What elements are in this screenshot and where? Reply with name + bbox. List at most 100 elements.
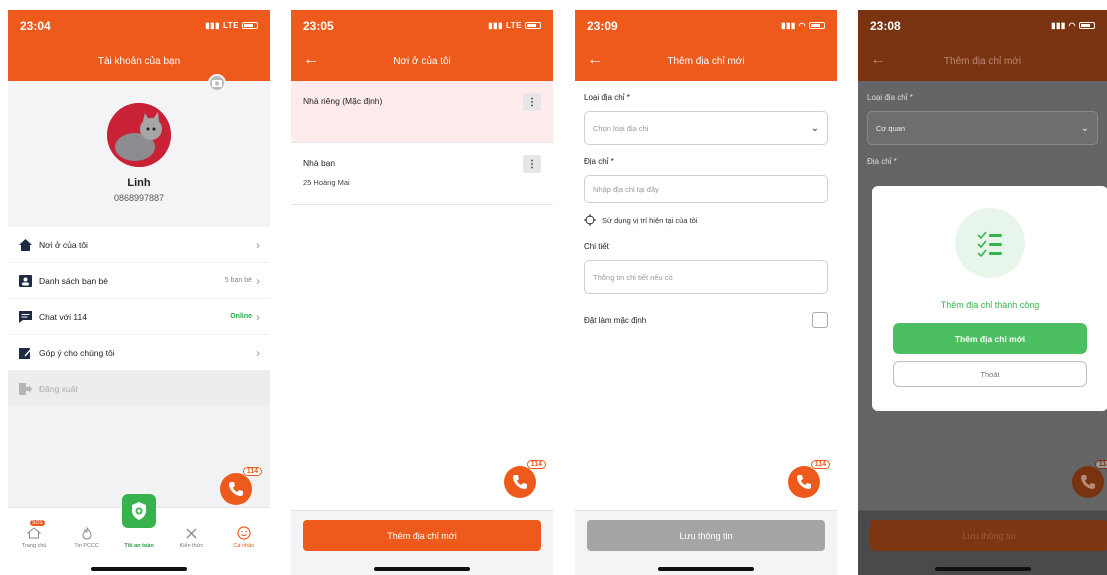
success-message: Thêm địa chỉ thành công <box>940 300 1040 310</box>
home-indicator <box>658 567 754 571</box>
tab-home[interactable]: SOS Trang chủ <box>8 508 60 575</box>
signal-indicator: ▮▮▮ ◠ <box>781 21 825 30</box>
page-header: ← Thêm địa chỉ mới <box>575 41 837 81</box>
call-114-button[interactable]: 114 <box>504 460 546 498</box>
back-arrow-icon[interactable]: ← <box>303 51 319 69</box>
default-checkbox[interactable] <box>812 312 828 328</box>
status-bar: 23:04 ▮▮▮ LTE <box>8 10 270 41</box>
battery-icon <box>242 22 258 29</box>
add-another-address-button[interactable]: Thêm địa chỉ mới <box>893 323 1087 354</box>
address-item[interactable]: Nhà bạn 25 Hoàng Mai ⋮ <box>291 143 553 205</box>
address-detail: 25 Hoàng Mai <box>303 178 350 187</box>
tools-icon <box>183 526 199 540</box>
chevron-down-icon: ⌄ <box>1080 122 1089 134</box>
flame-icon <box>79 526 95 540</box>
home-indicator <box>934 567 1031 571</box>
address-type-label: Loại địa chỉ * <box>584 93 630 102</box>
account-screen: 23:04 ▮▮▮ LTE Tài khoản của bạn Linh 086… <box>8 10 270 575</box>
success-dialog: Thêm địa chỉ thành công Thêm địa chỉ mới… <box>872 186 1107 411</box>
shield-check-icon <box>122 494 157 528</box>
screenshot-collage: 23:04 ▮▮▮ LTE Tài khoản của bạn Linh 086… <box>0 0 1107 575</box>
default-label: Đặt làm mặc định <box>584 315 647 325</box>
menu-item-logout[interactable]: Đăng xuất <box>8 371 270 407</box>
exit-button[interactable]: Thoát <box>893 361 1087 387</box>
chevron-right-icon: › <box>256 237 260 252</box>
more-options-icon[interactable]: ⋮ <box>523 93 541 111</box>
back-arrow-icon[interactable]: ← <box>587 51 603 69</box>
home-icon <box>18 238 32 252</box>
page-header: ← Nơi ở của tôi <box>291 41 553 81</box>
user-phone: 0868997887 <box>113 193 165 203</box>
address-type-select[interactable]: Chọn loại địa chỉ ⌄ <box>584 111 828 145</box>
hotline-badge: 114 <box>1094 460 1107 469</box>
signal-indicator: ▮▮▮ ◠ <box>1051 21 1095 30</box>
camera-icon[interactable] <box>208 74 226 92</box>
status-time: 23:08 <box>870 18 901 33</box>
call-114-button[interactable]: 114 <box>788 460 830 498</box>
chevron-right-icon: › <box>256 273 260 288</box>
status-time: 23:09 <box>587 18 618 33</box>
address-item-default[interactable]: Nhà riêng (Mặc định) ⋮ <box>291 81 553 143</box>
bottom-action-area: Lưu thông tin <box>858 510 1107 575</box>
smile-icon <box>236 526 252 540</box>
status-time: 23:04 <box>20 18 51 33</box>
menu-item-label: Nơi ở của tôi <box>39 239 88 250</box>
add-address-button[interactable]: Thêm địa chỉ mới <box>303 520 541 551</box>
phone-icon <box>513 475 527 489</box>
hotline-badge: 114 <box>242 467 262 476</box>
save-button: Lưu thông tin <box>870 520 1107 551</box>
tab-fire-news[interactable]: Tin PCCC <box>60 508 112 575</box>
menu-item-feedback[interactable]: Góp ý cho chúng tôi › <box>8 335 270 371</box>
status-bar: 23:09 ▮▮▮ ◠ <box>575 10 837 41</box>
tab-i-am-safe[interactable]: Tôi an toàn <box>113 494 165 575</box>
page-title: Thêm địa chỉ mới <box>943 55 1022 67</box>
phone-icon <box>797 475 811 489</box>
contacts-icon <box>18 274 32 288</box>
page-header: ← Thêm địa chỉ mới <box>858 41 1107 81</box>
status-bar: 23:08 ▮▮▮ ◠ <box>858 10 1107 41</box>
address-input[interactable]: Nhập địa chỉ tại đây <box>584 175 828 203</box>
logout-icon <box>18 382 32 396</box>
bottom-tab-bar: SOS Trang chủ Tin PCCC Tôi an toàn Kiến … <box>8 494 270 575</box>
use-current-location[interactable]: Sử dụng vị trí hiện tại của tôi <box>584 214 828 226</box>
page-title: Tài khoản của bạn <box>97 55 181 67</box>
phone-icon <box>1081 475 1095 489</box>
menu-item-my-home[interactable]: Nơi ở của tôi › <box>8 227 270 263</box>
address-label: Địa chỉ * <box>867 157 897 166</box>
my-addresses-screen: 23:05 ▮▮▮ LTE ← Nơi ở của tôi Nhà riêng … <box>291 10 553 575</box>
menu-item-chat-114[interactable]: Chat với 114 Online › <box>8 299 270 335</box>
home-indicator <box>91 567 187 571</box>
signal-indicator: ▮▮▮ LTE <box>488 21 541 30</box>
status-time: 23:05 <box>303 18 334 33</box>
menu-item-label: Chat với 114 <box>39 311 87 322</box>
save-button[interactable]: Lưu thông tin <box>587 520 825 551</box>
online-status: Online <box>230 313 252 320</box>
detail-label: Chi tiết <box>584 242 609 251</box>
menu-item-label: Góp ý cho chúng tôi <box>39 347 115 358</box>
phone-icon <box>229 482 243 496</box>
default-row: Đặt làm mặc định <box>584 312 828 328</box>
sos-badge: SOS <box>30 520 45 526</box>
detail-input[interactable]: Thông tin chi tiết nếu có <box>584 260 828 294</box>
chevron-right-icon: › <box>256 345 260 360</box>
battery-icon <box>525 22 541 29</box>
avatar[interactable] <box>107 103 171 167</box>
address-form: Loại địa chỉ * Chọn loại địa chỉ ⌄ Địa c… <box>575 81 837 514</box>
profile-section: Linh 0868997887 <box>8 74 270 227</box>
more-options-icon[interactable]: ⋮ <box>523 155 541 173</box>
address-type-select: Cơ quan ⌄ <box>867 111 1098 145</box>
hotline-badge: 114 <box>526 460 546 469</box>
add-address-success-screen: 23:08 ▮▮▮ ◠ ← Thêm địa chỉ mới Loại địa … <box>858 10 1107 575</box>
tab-knowledge[interactable]: Kiến thức <box>165 508 217 575</box>
page-header: Tài khoản của bạn <box>8 41 270 81</box>
menu-item-friends[interactable]: Danh sách bạn bè 5 bạn bè › <box>8 263 270 299</box>
home-outline-icon <box>26 526 42 540</box>
tab-personal[interactable]: Cá nhân <box>218 508 270 575</box>
home-indicator <box>374 567 470 571</box>
crosshair-icon <box>584 214 596 226</box>
menu-item-label: Đăng xuất <box>39 383 78 394</box>
page-title: Nơi ở của tôi <box>393 55 451 67</box>
battery-icon <box>809 22 825 29</box>
call-114-button[interactable]: 114 <box>220 467 262 505</box>
signal-indicator: ▮▮▮ LTE <box>205 21 258 30</box>
